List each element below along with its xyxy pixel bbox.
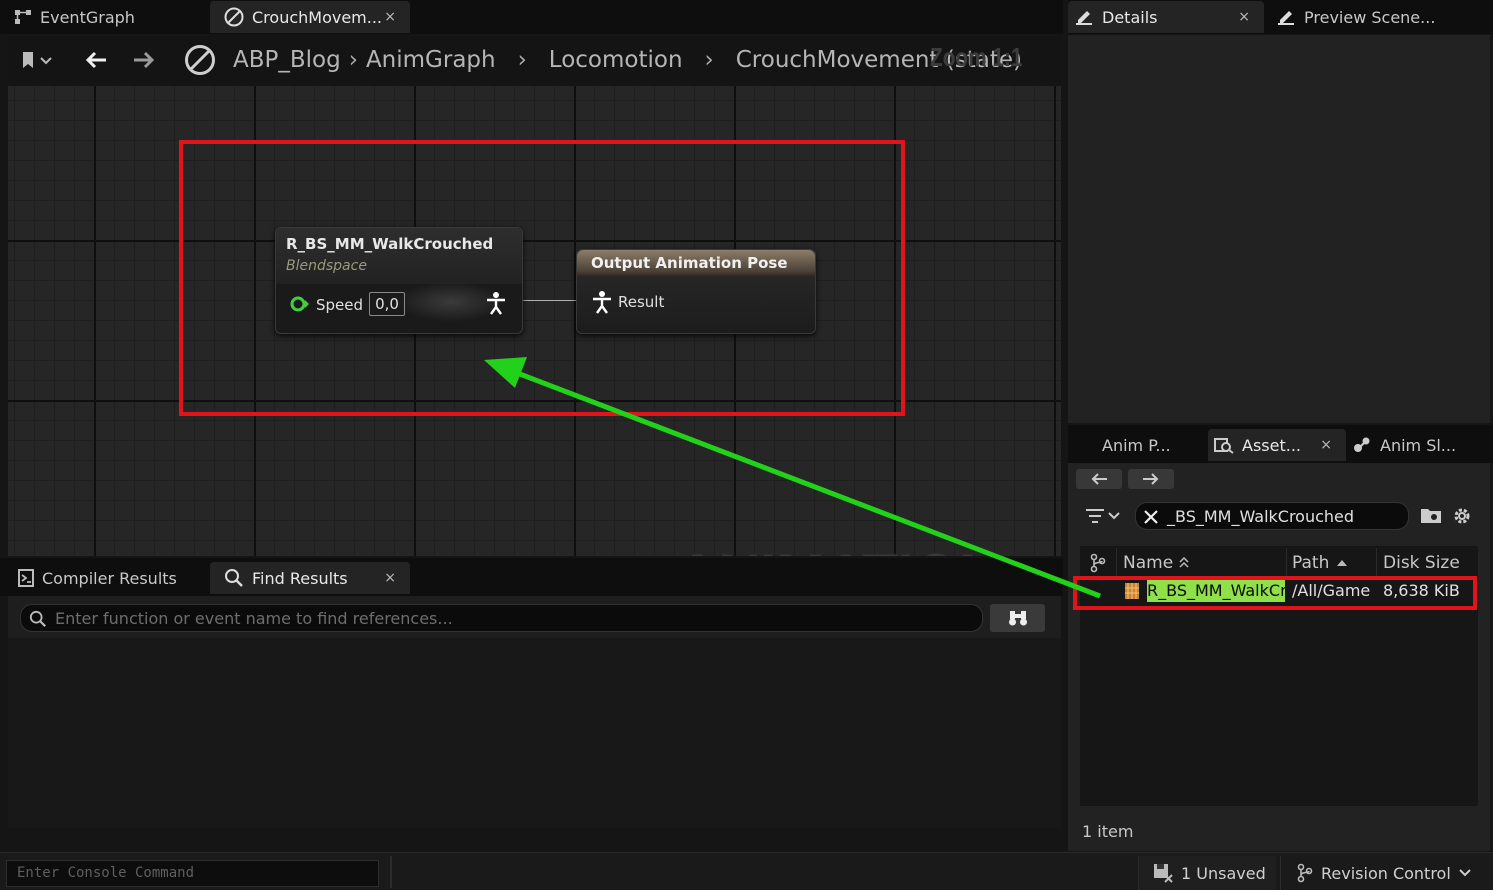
annotation-arrow xyxy=(484,357,1101,599)
